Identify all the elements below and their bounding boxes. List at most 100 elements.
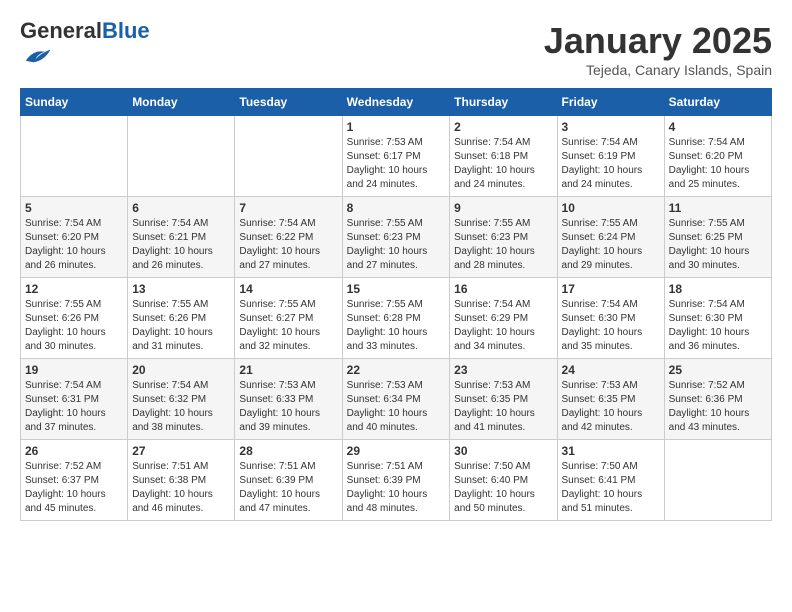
- day-info: Sunrise: 7:52 AM Sunset: 6:37 PM Dayligh…: [25, 460, 123, 516]
- day-number: 4: [669, 120, 767, 134]
- calendar-cell: 24 Sunrise: 7:53 AM Sunset: 6:35 PM Dayli…: [557, 359, 664, 440]
- calendar-cell: 26 Sunrise: 7:52 AM Sunset: 6:37 PM Dayli…: [21, 440, 128, 521]
- calendar-week-row: 1Sunrise: 7:53 AM Sunset: 6:17 PM Daylig…: [21, 116, 772, 197]
- day-number: 23: [454, 363, 552, 377]
- day-info: Sunrise: 7:54 AM Sunset: 6:30 PM Dayligh…: [669, 298, 767, 354]
- calendar-cell: 8Sunrise: 7:55 AM Sunset: 6:23 PM Daylig…: [342, 197, 450, 278]
- day-number: 5: [25, 201, 123, 215]
- calendar-cell: 7 Sunrise: 7:54 AM Sunset: 6:22 PM Daylig…: [235, 197, 342, 278]
- calendar-cell: 3 Sunrise: 7:54 AM Sunset: 6:19 PM Daylig…: [557, 116, 664, 197]
- calendar-cell: 10Sunrise: 7:55 AM Sunset: 6:24 PM Dayli…: [557, 197, 664, 278]
- day-info: Sunrise: 7:55 AM Sunset: 6:25 PM Dayligh…: [669, 217, 767, 273]
- day-info: Sunrise: 7:55 AM Sunset: 6:23 PM Dayligh…: [454, 217, 552, 273]
- day-number: 3: [562, 120, 660, 134]
- day-number: 16: [454, 282, 552, 296]
- page-header: GeneralBlue January 2025 Tejeda, Canary …: [20, 20, 772, 78]
- logo-general-text: General: [20, 18, 102, 43]
- day-info: Sunrise: 7:55 AM Sunset: 6:28 PM Dayligh…: [347, 298, 446, 354]
- calendar-cell: [235, 116, 342, 197]
- day-number: 14: [239, 282, 337, 296]
- day-number: 1: [347, 120, 446, 134]
- day-info: Sunrise: 7:54 AM Sunset: 6:32 PM Dayligh…: [132, 379, 230, 435]
- calendar-cell: 17Sunrise: 7:54 AM Sunset: 6:30 PM Dayli…: [557, 278, 664, 359]
- day-number: 31: [562, 444, 660, 458]
- calendar-week-row: 26 Sunrise: 7:52 AM Sunset: 6:37 PM Dayli…: [21, 440, 772, 521]
- day-info: Sunrise: 7:54 AM Sunset: 6:18 PM Dayligh…: [454, 136, 552, 192]
- calendar-cell: 12 Sunrise: 7:55 AM Sunset: 6:26 PM Dayli…: [21, 278, 128, 359]
- calendar-cell: 6 Sunrise: 7:54 AM Sunset: 6:21 PM Daylig…: [128, 197, 235, 278]
- calendar-week-row: 5 Sunrise: 7:54 AM Sunset: 6:20 PM Daylig…: [21, 197, 772, 278]
- day-info: Sunrise: 7:55 AM Sunset: 6:27 PM Dayligh…: [239, 298, 337, 354]
- calendar-body: 1Sunrise: 7:53 AM Sunset: 6:17 PM Daylig…: [21, 116, 772, 521]
- day-number: 11: [669, 201, 767, 215]
- calendar-cell: 29 Sunrise: 7:51 AM Sunset: 6:39 PM Dayli…: [342, 440, 450, 521]
- day-number: 25: [669, 363, 767, 377]
- logo: GeneralBlue: [20, 20, 150, 77]
- day-number: 30: [454, 444, 552, 458]
- calendar-header: SundayMondayTuesdayWednesdayThursdayFrid…: [21, 89, 772, 116]
- day-info: Sunrise: 7:54 AM Sunset: 6:20 PM Dayligh…: [669, 136, 767, 192]
- day-info: Sunrise: 7:53 AM Sunset: 6:35 PM Dayligh…: [454, 379, 552, 435]
- day-info: Sunrise: 7:53 AM Sunset: 6:34 PM Dayligh…: [347, 379, 446, 435]
- day-info: Sunrise: 7:55 AM Sunset: 6:24 PM Dayligh…: [562, 217, 660, 273]
- day-info: Sunrise: 7:54 AM Sunset: 6:30 PM Dayligh…: [562, 298, 660, 354]
- weekday-header-wednesday: Wednesday: [342, 89, 450, 116]
- weekday-header-sunday: Sunday: [21, 89, 128, 116]
- title-section: January 2025 Tejeda, Canary Islands, Spa…: [544, 20, 772, 78]
- calendar-cell: 15 Sunrise: 7:55 AM Sunset: 6:28 PM Dayli…: [342, 278, 450, 359]
- day-number: 7: [239, 201, 337, 215]
- day-number: 18: [669, 282, 767, 296]
- day-number: 27: [132, 444, 230, 458]
- day-number: 15: [347, 282, 446, 296]
- calendar-cell: 31 Sunrise: 7:50 AM Sunset: 6:41 PM Dayli…: [557, 440, 664, 521]
- day-number: 12: [25, 282, 123, 296]
- weekday-header-tuesday: Tuesday: [235, 89, 342, 116]
- day-number: 26: [25, 444, 123, 458]
- calendar-cell: 23 Sunrise: 7:53 AM Sunset: 6:35 PM Dayli…: [450, 359, 557, 440]
- day-number: 24: [562, 363, 660, 377]
- weekday-header-thursday: Thursday: [450, 89, 557, 116]
- calendar-cell: 30 Sunrise: 7:50 AM Sunset: 6:40 PM Dayli…: [450, 440, 557, 521]
- calendar-week-row: 12 Sunrise: 7:55 AM Sunset: 6:26 PM Dayli…: [21, 278, 772, 359]
- calendar-cell: 5 Sunrise: 7:54 AM Sunset: 6:20 PM Daylig…: [21, 197, 128, 278]
- calendar-cell: 4 Sunrise: 7:54 AM Sunset: 6:20 PM Daylig…: [664, 116, 771, 197]
- day-number: 19: [25, 363, 123, 377]
- day-info: Sunrise: 7:53 AM Sunset: 6:33 PM Dayligh…: [239, 379, 337, 435]
- day-number: 29: [347, 444, 446, 458]
- day-info: Sunrise: 7:54 AM Sunset: 6:19 PM Dayligh…: [562, 136, 660, 192]
- weekday-header-saturday: Saturday: [664, 89, 771, 116]
- day-info: Sunrise: 7:54 AM Sunset: 6:20 PM Dayligh…: [25, 217, 123, 273]
- calendar-cell: 14 Sunrise: 7:55 AM Sunset: 6:27 PM Dayli…: [235, 278, 342, 359]
- calendar-cell: 25Sunrise: 7:52 AM Sunset: 6:36 PM Dayli…: [664, 359, 771, 440]
- logo-blue-text: Blue: [102, 18, 150, 43]
- day-info: Sunrise: 7:50 AM Sunset: 6:41 PM Dayligh…: [562, 460, 660, 516]
- calendar-cell: 22 Sunrise: 7:53 AM Sunset: 6:34 PM Dayli…: [342, 359, 450, 440]
- day-number: 9: [454, 201, 552, 215]
- logo-bird-icon: [22, 42, 52, 72]
- day-info: Sunrise: 7:51 AM Sunset: 6:39 PM Dayligh…: [347, 460, 446, 516]
- calendar-week-row: 19Sunrise: 7:54 AM Sunset: 6:31 PM Dayli…: [21, 359, 772, 440]
- day-number: 22: [347, 363, 446, 377]
- day-number: 13: [132, 282, 230, 296]
- calendar-cell: 18 Sunrise: 7:54 AM Sunset: 6:30 PM Dayli…: [664, 278, 771, 359]
- day-info: Sunrise: 7:53 AM Sunset: 6:35 PM Dayligh…: [562, 379, 660, 435]
- day-number: 2: [454, 120, 552, 134]
- calendar-cell: [128, 116, 235, 197]
- day-info: Sunrise: 7:54 AM Sunset: 6:21 PM Dayligh…: [132, 217, 230, 273]
- calendar-cell: 27Sunrise: 7:51 AM Sunset: 6:38 PM Dayli…: [128, 440, 235, 521]
- day-info: Sunrise: 7:51 AM Sunset: 6:39 PM Dayligh…: [239, 460, 337, 516]
- calendar-cell: [21, 116, 128, 197]
- calendar-cell: 1Sunrise: 7:53 AM Sunset: 6:17 PM Daylig…: [342, 116, 450, 197]
- calendar-cell: 9 Sunrise: 7:55 AM Sunset: 6:23 PM Daylig…: [450, 197, 557, 278]
- weekday-header-monday: Monday: [128, 89, 235, 116]
- weekday-header-friday: Friday: [557, 89, 664, 116]
- day-info: Sunrise: 7:54 AM Sunset: 6:22 PM Dayligh…: [239, 217, 337, 273]
- day-info: Sunrise: 7:50 AM Sunset: 6:40 PM Dayligh…: [454, 460, 552, 516]
- day-info: Sunrise: 7:55 AM Sunset: 6:26 PM Dayligh…: [25, 298, 123, 354]
- day-number: 6: [132, 201, 230, 215]
- calendar-cell: 11 Sunrise: 7:55 AM Sunset: 6:25 PM Dayli…: [664, 197, 771, 278]
- day-number: 8: [347, 201, 446, 215]
- calendar-cell: 2 Sunrise: 7:54 AM Sunset: 6:18 PM Daylig…: [450, 116, 557, 197]
- calendar-cell: 21Sunrise: 7:53 AM Sunset: 6:33 PM Dayli…: [235, 359, 342, 440]
- calendar-cell: 19Sunrise: 7:54 AM Sunset: 6:31 PM Dayli…: [21, 359, 128, 440]
